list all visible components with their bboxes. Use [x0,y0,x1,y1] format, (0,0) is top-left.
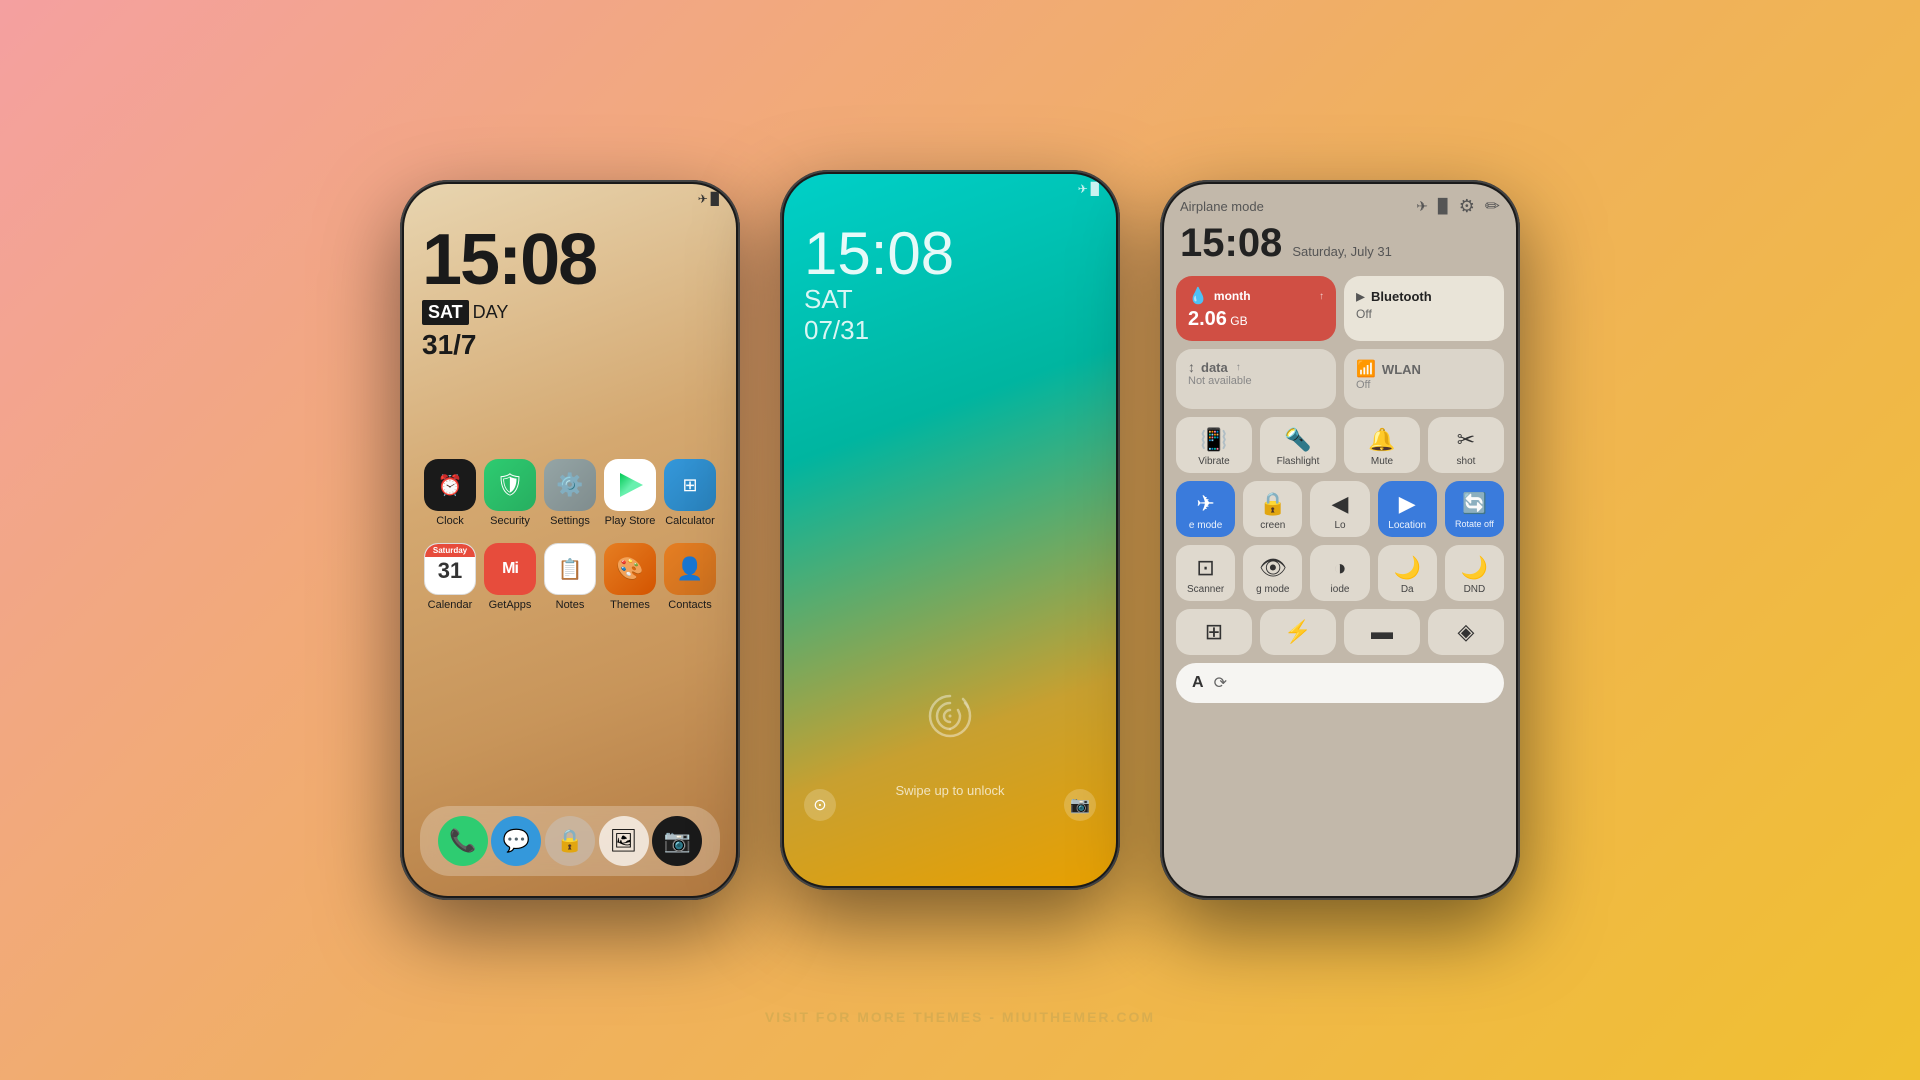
phone-control-center: Airplane mode ✈ ▉ ⚙ ✏ 15:08 Saturday, Ju… [1160,180,1520,900]
da-btn[interactable]: 🌙 Da [1378,545,1437,601]
app-contacts-label: Contacts [668,599,711,611]
search-a-icon: A [1192,674,1204,692]
phone-lockscreen: ✈ ▉ 15:08 SAT 07/31 Sw [780,170,1120,890]
cc-bluetooth-tile[interactable]: ▸ Bluetooth Off [1344,276,1504,341]
screen-lock-btn[interactable]: 🔒 creen [1243,481,1302,537]
dock-gallery[interactable]: 🖼 [599,816,649,866]
cc-tiles-row1: 💧 month ↑ 2.06 GB ▸ Bluetooth Off [1164,276,1516,341]
status-bar-2: ✈ ▉ [784,174,1116,204]
settings-icon[interactable]: ⚙ [1459,196,1475,217]
screen2-btn[interactable]: ▬ [1344,609,1420,655]
fingerprint-area [925,691,975,756]
bluetooth-title: Bluetooth [1371,289,1432,304]
clock-time: 15:08 [422,224,718,296]
cc-date: Saturday, July 31 [1292,244,1391,259]
app-getapps[interactable]: Mi GetApps [480,543,540,611]
scanner-btn[interactable]: ⊡ Scanner [1176,545,1235,601]
cc-time-row: 15:08 Saturday, July 31 [1164,221,1516,276]
lock-monthday: 07/31 [804,315,1096,346]
app-notes[interactable]: 📋 Notes [540,543,600,611]
app-themes[interactable]: 🎨 Themes [600,543,660,611]
screen-rec-btn[interactable]: ⊞ [1176,609,1252,655]
app-settings[interactable]: ⚙️ Settings [540,459,600,527]
cc-mode-label: Airplane mode [1180,199,1264,214]
clock-day: SAT DAY [422,300,718,325]
clock-widget: 15:08 SAT DAY 31/7 [404,214,736,371]
vibrate-btn[interactable]: 📳 Vibrate [1176,417,1252,473]
lock-clock: 15:08 SAT 07/31 [784,204,1116,356]
dock-lock[interactable]: 🔒 [545,816,595,866]
app-calculator[interactable]: ⊞ Calculator [660,459,720,527]
dock-phone[interactable]: 📞 [438,816,488,866]
search-refresh-icon: ⟳ [1214,673,1488,693]
cc-data-tile[interactable]: 💧 month ↑ 2.06 GB [1176,276,1336,341]
app-calendar[interactable]: Saturday 31 Calendar [420,543,480,611]
app-row-2: Saturday 31 Calendar Mi GetApps 📋 Notes … [404,535,736,619]
cc-search-bar[interactable]: A ⟳ [1176,663,1504,703]
lock-cam-btn[interactable]: 📷 [1064,789,1096,821]
dark-mode-btn[interactable]: ◑ iode [1310,545,1369,601]
clock-date: 31/7 [422,329,718,361]
cc-header-controls: ✈ ▉ ⚙ ✏ [1416,196,1500,217]
cc-header: Airplane mode ✈ ▉ ⚙ ✏ [1164,184,1516,221]
dock-messages[interactable]: 💬 [491,816,541,866]
airplane-mode-btn[interactable]: ✈ e mode [1176,481,1235,537]
data-subtitle: Not available [1188,375,1324,387]
airplane-status-icon: ✈ [1416,198,1428,215]
rotate-btn[interactable]: 🔄 Rotate off [1445,481,1504,537]
app-security[interactable]: 🛡 Security [480,459,540,527]
dnd-btn[interactable]: 🌙 DND [1445,545,1504,601]
dock: 📞 💬 🔒 🖼 📷 [420,806,720,876]
mute-btn[interactable]: 🔔 Mute [1344,417,1420,473]
data-title: data [1201,360,1228,375]
flashlight-btn[interactable]: 🔦 Flashlight [1260,417,1336,473]
status-bar-1: ✈ ▉ [404,184,736,214]
app-playstore-label: Play Store [605,515,656,527]
airplane-icon: ✈ [698,192,708,206]
dock-camera[interactable]: 📷 [652,816,702,866]
app-security-label: Security [490,515,530,527]
location-btn[interactable]: ▶ Location [1378,481,1437,537]
bluetooth-subtitle: Off [1356,307,1492,321]
wlan-title: WLAN [1382,362,1421,377]
cc-icon-row3: ⊡ Scanner 👁 g mode ◑ iode 🌙 Da 🌙 DND [1164,545,1516,601]
app-clock[interactable]: ⏰ Clock [420,459,480,527]
cc-icon-row4: ⊞ ⚡ ▬ ◈ [1164,609,1516,655]
screenshot-btn[interactable]: ✂ shot [1428,417,1504,473]
day-sat: SAT [422,300,469,325]
cc-tiles-row2: ↕ data ↑ Not available 📶 WLAN Off [1164,349,1516,409]
phone-homescreen: ✈ ▉ 15:08 SAT DAY 31/7 ⏰ Clock 🛡 Securit… [400,180,740,900]
battery-icon: ▉ [711,192,720,206]
app-getapps-label: GetApps [489,599,532,611]
lock-day: SAT [804,284,1096,315]
app-calculator-label: Calculator [665,515,715,527]
app-settings-label: Settings [550,515,590,527]
app-row-1: ⏰ Clock 🛡 Security ⚙️ Settings Play Stor… [404,451,736,535]
app-clock-label: Clock [436,515,464,527]
app-themes-label: Themes [610,599,650,611]
app-calendar-label: Calendar [428,599,473,611]
wlan-subtitle: Off [1356,379,1492,391]
app-notes-label: Notes [556,599,585,611]
cc-icon-row1: 📳 Vibrate 🔦 Flashlight 🔔 Mute ✂ shot [1164,417,1516,473]
battery-icon-lock: ▉ [1091,182,1100,196]
reading-mode-btn[interactable]: 👁 g mode [1243,545,1302,601]
cc-icon-row2: ✈ e mode 🔒 creen ◀ Lo ▶ Location 🔄 Rotat… [1164,481,1516,537]
airplane-icon-lock: ✈ [1078,182,1088,196]
power-btn[interactable]: ⚡ [1260,609,1336,655]
day-day: DAY [473,302,509,323]
lock-time: 15:08 [804,224,1096,284]
app-contacts[interactable]: 👤 Contacts [660,543,720,611]
lock-dot-btn[interactable]: ⊙ [804,789,836,821]
cc-time: 15:08 [1180,221,1282,266]
cc-wlan-tile[interactable]: 📶 WLAN Off [1344,349,1504,409]
fingerprint-icon [925,691,975,756]
lo-btn[interactable]: ◀ Lo [1310,481,1369,537]
watermark: VISIT FOR MORE THEMES - MIUITHEMER.COM [0,1009,1920,1025]
cc-mobile-data-tile[interactable]: ↕ data ↑ Not available [1176,349,1336,409]
app-playstore[interactable]: Play Store [600,459,660,527]
dev-btn[interactable]: ◈ [1428,609,1504,655]
battery-status-icon: ▉ [1438,198,1449,215]
edit-icon[interactable]: ✏ [1485,196,1500,217]
